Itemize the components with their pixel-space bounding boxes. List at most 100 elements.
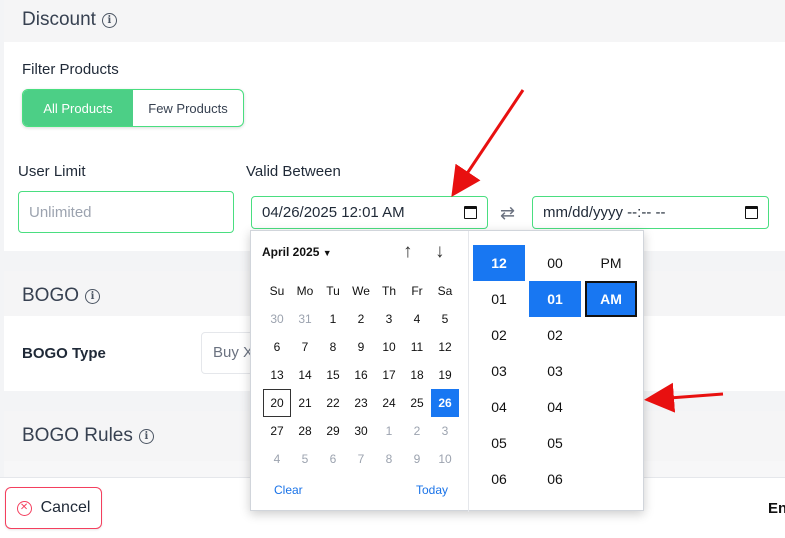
calendar-day[interactable]: 14: [291, 361, 319, 389]
calendar-day[interactable]: 10: [431, 445, 459, 473]
calendar-day[interactable]: 19: [431, 361, 459, 389]
end-datetime-input[interactable]: mm/dd/yyyy --:-- --: [532, 196, 769, 229]
hour-option[interactable]: 03: [473, 353, 525, 389]
period-column: PM AM: [585, 245, 637, 317]
calendar-day[interactable]: 26: [431, 389, 459, 417]
picker-divider: [468, 231, 469, 512]
discount-title: Discount i: [22, 9, 117, 31]
bogo-title: BOGO i: [22, 285, 101, 307]
calendar-day[interactable]: 4: [263, 445, 291, 473]
start-datetime-input[interactable]: 04/26/2025 12:01 AM: [251, 196, 488, 229]
calendar-day[interactable]: 6: [263, 333, 291, 361]
calendar-day[interactable]: 10: [375, 333, 403, 361]
minute-option[interactable]: 03: [529, 353, 581, 389]
info-icon[interactable]: i: [138, 428, 154, 444]
period-option[interactable]: AM: [585, 281, 637, 317]
calendar-day[interactable]: 5: [291, 445, 319, 473]
calendar-day[interactable]: 6: [319, 445, 347, 473]
hour-option[interactable]: 06: [473, 461, 525, 497]
calendar-day[interactable]: 12: [431, 333, 459, 361]
bogo-rules-title-text: BOGO Rules: [22, 425, 133, 446]
calendar-day[interactable]: 2: [347, 305, 375, 333]
all-products-button[interactable]: All Products: [23, 90, 133, 126]
calendar-day[interactable]: 5: [431, 305, 459, 333]
calendar-day[interactable]: 30: [263, 305, 291, 333]
hour-option[interactable]: 04: [473, 389, 525, 425]
hour-option[interactable]: 02: [473, 317, 525, 353]
bogo-title-text: BOGO: [22, 285, 80, 306]
calendar-icon[interactable]: [464, 206, 477, 219]
calendar-day[interactable]: 9: [403, 445, 431, 473]
discount-title-text: Discount: [22, 9, 96, 30]
calendar-day[interactable]: 15: [319, 361, 347, 389]
start-datetime-value: 04/26/2025 12:01 AM: [262, 204, 405, 221]
minute-option[interactable]: 06: [529, 461, 581, 497]
hour-column: 12 01 02 03 04 05 06: [473, 245, 525, 497]
calendar-day[interactable]: 28: [291, 417, 319, 445]
info-icon[interactable]: i: [85, 288, 101, 304]
calendar-day[interactable]: 2: [403, 417, 431, 445]
calendar-day[interactable]: 4: [403, 305, 431, 333]
calendar-day[interactable]: 1: [319, 305, 347, 333]
calendar-day[interactable]: 29: [319, 417, 347, 445]
minute-option[interactable]: 05: [529, 425, 581, 461]
hour-option[interactable]: 01: [473, 281, 525, 317]
minute-column: 00 01 02 03 04 05 06: [529, 245, 581, 497]
weekday-label: Tu: [326, 284, 340, 298]
calendar-day[interactable]: 27: [263, 417, 291, 445]
minute-option[interactable]: 04: [529, 389, 581, 425]
period-option[interactable]: PM: [585, 245, 637, 281]
minute-option[interactable]: 00: [529, 245, 581, 281]
clear-button[interactable]: Clear: [274, 483, 303, 497]
calendar-day[interactable]: 20: [263, 389, 291, 417]
calendar-day[interactable]: 16: [347, 361, 375, 389]
footer-right-text: En: [768, 500, 785, 517]
user-limit-input[interactable]: Unlimited: [18, 191, 234, 233]
calendar-day[interactable]: 3: [375, 305, 403, 333]
calendar-day[interactable]: 23: [347, 389, 375, 417]
weekday-label: Th: [381, 284, 396, 298]
hour-option[interactable]: 12: [473, 245, 525, 281]
calendar-day[interactable]: 1: [375, 417, 403, 445]
calendar-day[interactable]: 13: [263, 361, 291, 389]
hour-option[interactable]: 05: [473, 425, 525, 461]
minute-option[interactable]: 01: [529, 281, 581, 317]
cancel-button[interactable]: ✕ Cancel: [5, 487, 102, 529]
calendar-day[interactable]: 11: [403, 333, 431, 361]
minute-option[interactable]: 02: [529, 317, 581, 353]
info-icon[interactable]: i: [101, 12, 117, 28]
month-selector[interactable]: April 2025 ▼: [262, 245, 332, 259]
calendar-day[interactable]: 24: [375, 389, 403, 417]
today-button[interactable]: Today: [416, 483, 448, 497]
calendar-day[interactable]: 30: [347, 417, 375, 445]
filter-products-label: Filter Products: [22, 61, 119, 78]
weekday-header-row: Su Mo Tu We Th Fr Sa: [263, 277, 459, 305]
calendar-day[interactable]: 25: [403, 389, 431, 417]
cancel-label: Cancel: [40, 499, 91, 516]
calendar-week-row: 13 14 15 16 17 18 19: [263, 361, 459, 389]
calendar-day[interactable]: 9: [347, 333, 375, 361]
calendar-week-row: 4 5 6 7 8 9 10: [263, 445, 459, 473]
calendar-grid: Su Mo Tu We Th Fr Sa 30 31 1 2 3 4 5 6 7 8 9 10 11 12 13 14 15 1…: [263, 277, 459, 473]
calendar-week-row: 27 28 29 30 1 2 3: [263, 417, 459, 445]
calendar-day[interactable]: 21: [291, 389, 319, 417]
month-label: April 2025: [262, 245, 320, 259]
calendar-day[interactable]: 7: [347, 445, 375, 473]
bogo-rules-title: BOGO Rules i: [22, 425, 154, 447]
calendar-day[interactable]: 18: [403, 361, 431, 389]
calendar-day[interactable]: 17: [375, 361, 403, 389]
calendar-icon[interactable]: [745, 206, 758, 219]
swap-arrows-icon: ⇄: [500, 203, 516, 223]
calendar-day[interactable]: 8: [375, 445, 403, 473]
calendar-day[interactable]: 3: [431, 417, 459, 445]
calendar-day[interactable]: 31: [291, 305, 319, 333]
calendar-day[interactable]: 7: [291, 333, 319, 361]
previous-month-arrow-icon[interactable]: ↑: [403, 241, 413, 263]
calendar-day[interactable]: 8: [319, 333, 347, 361]
few-products-button[interactable]: Few Products: [133, 90, 243, 126]
next-month-arrow-icon[interactable]: ↓: [435, 241, 445, 263]
calendar-day[interactable]: 22: [319, 389, 347, 417]
weekday-label: Sa: [437, 284, 453, 298]
weekday-label: Su: [269, 284, 285, 298]
weekday-label: Mo: [296, 284, 314, 298]
